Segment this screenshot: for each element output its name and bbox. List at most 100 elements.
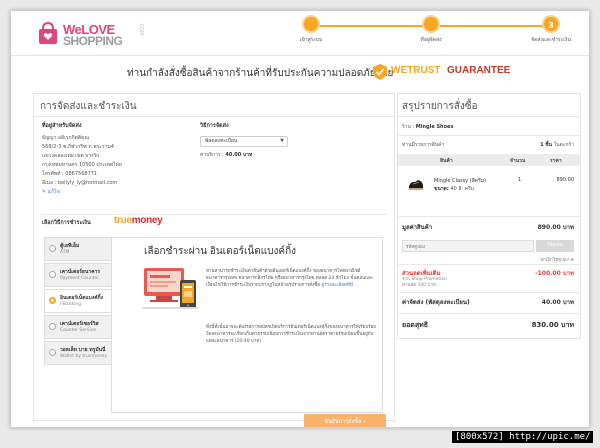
edit-icon: ✎ — [42, 189, 47, 195]
apply-coupon-button[interactable]: ใช้คูปอง — [536, 240, 574, 252]
address-heading: ที่อยู่สำหรับจัดส่ง — [42, 123, 82, 129]
discount-note: จาก Shop Promotion ส่วนลด 100 บาท — [402, 277, 447, 289]
method-name: อินเตอร์เน็ตแบงค์กิ้ง — [60, 295, 104, 301]
trust-banner: ท่านกำลังสั่งซื้อสินค้าจากร้านค้าที่รับป… — [31, 58, 571, 86]
details-link[interactable]: ดูรายละเอียดที่นี่ — [321, 283, 353, 288]
summary-title: สรุปรายการสั่งซื้อ — [402, 101, 478, 112]
truemoney-logo: truemoney — [114, 215, 163, 226]
radio-button-selected[interactable] — [49, 297, 56, 304]
payment-detail-title: เลือกชำระผ่าน อินเตอร์เน็ตแบงค์กิ้ง — [144, 246, 297, 257]
summary-divider — [398, 135, 580, 136]
step-payment: 3 จัดส่งและชำระเงิน — [521, 11, 581, 44]
method-name: เคาน์เตอร์เซอร์วิส — [60, 321, 99, 327]
shipping-method: วิธีการจัดส่ง พัสดุลงทะเบียน ▼ ค่าบริการ… — [200, 122, 350, 159]
payment-option-atm[interactable]: ตู้เอทีเอ็ม ATM — [44, 237, 112, 261]
checkout-window: WeLOVE SHOPPING .COM เข้าสู่ระบบ ที่อยู่… — [10, 10, 590, 428]
method-desc: I-Banking — [60, 302, 82, 307]
shop-label: ร้าน : — [402, 124, 415, 130]
shipping-method-select[interactable]: พัสดุลงทะเบียน ▼ — [200, 136, 288, 147]
summary-divider — [398, 264, 580, 265]
wetrust-brand: WETRUST — [391, 65, 441, 76]
product-qty: 1 — [518, 177, 522, 183]
edit-address-link[interactable]: ✎ แก้ไข — [42, 188, 212, 197]
item-count-value: 1 ชิ้น — [540, 142, 553, 148]
method-desc: Counter Service — [60, 328, 97, 333]
address-email: อีเมล : bellyly_ly@hotmail.com — [42, 180, 118, 186]
shipping-fee: ค่าบริการ : 40.00 บาท — [200, 151, 350, 159]
payment-method-label: เลือกวิธีการชำระเงิน — [42, 220, 91, 226]
payment-option-ibanking[interactable]: อินเตอร์เน็ตแบงค์กิ้ง I-Banking — [44, 289, 112, 313]
method-desc: ATM — [60, 250, 70, 255]
confirm-order-button[interactable]: ยืนยันการสั่งซื้อ › — [304, 414, 386, 427]
summary-table-header: สินค้า จำนวน ราคา — [398, 154, 580, 166]
address-line: แขวงคลองเตย เขต บางรัก — [42, 153, 100, 159]
shipping-heading: วิธีการจัดส่ง — [200, 123, 229, 129]
address-phone: โทรศัพท์ : 0867568771 — [42, 171, 98, 177]
payment-option-counter-service[interactable]: เคาน์เตอร์เซอร์วิส Counter Service — [44, 315, 112, 339]
image-watermark: [800x572] http://upic.me/ — [452, 431, 594, 443]
method-name: ตู้เอทีเอ็ม — [60, 243, 80, 249]
discount-value: -100.00 บาท — [535, 270, 574, 277]
header-divider — [11, 55, 589, 56]
logo-dotcom: .COM — [138, 22, 144, 36]
step-circle — [302, 15, 320, 33]
product-variant: ขนาด: 40 สี: ครีม — [434, 185, 474, 193]
cancel-coupon-link[interactable]: ยกเลิกใช้คูปอง ⊗ — [540, 256, 574, 263]
radio-button[interactable] — [49, 349, 56, 356]
site-logo[interactable]: WeLOVE SHOPPING .COM — [37, 15, 147, 51]
table-row: Mingle Classy (สีครีม) ขนาด: 40 สี: ครีม… — [398, 171, 580, 201]
subtotal-value: 890.00 บาท — [537, 224, 574, 231]
section-divider — [42, 214, 388, 215]
method-desc: Wallet by truemoney — [60, 354, 107, 359]
close-icon: ⊗ — [570, 258, 574, 263]
logo-text-bottom: SHOPPING — [63, 34, 123, 48]
product-thumbnail — [409, 180, 423, 190]
total-label: ยอดสุทธิ — [402, 321, 429, 329]
shipping-fee-label: ค่าจัดส่ง (พัสดุลงทะเบียน) — [402, 299, 470, 306]
discount-note-line: ส่วนลด 100 บาท — [402, 283, 436, 288]
truemoney-logo-true: true — [114, 215, 132, 226]
radio-button[interactable] — [49, 323, 56, 330]
method-desc: Payment Counter — [60, 276, 100, 281]
payment-option-wallet[interactable]: วอลเล็ท บาย ทรูมันนี่ Wallet by truemone… — [44, 341, 112, 365]
summary-divider — [398, 216, 580, 217]
address-line: 568/2-3 ซ.กีฬากรีฑ ถ.พระราม4 — [42, 144, 114, 150]
panel-divider — [34, 116, 394, 117]
edit-label: แก้ไข — [47, 189, 60, 195]
radio-button[interactable] — [49, 245, 56, 252]
product-name: Mingle Classy (สีครีม) — [434, 178, 487, 184]
ibanking-devices-illustration — [142, 268, 198, 309]
shop-name: ร้าน : Mingle Shoes — [402, 123, 453, 131]
panel-title: การจัดส่งและชำระเงิน — [40, 101, 137, 112]
col-qty: จำนวน — [510, 158, 526, 164]
step-circle — [422, 15, 440, 33]
step-label: ที่อยู่จัดส่ง — [420, 37, 442, 43]
shield-check-icon — [373, 64, 387, 80]
item-count-suffix: ในตะกร้า — [553, 142, 574, 148]
cancel-coupon-label: ยกเลิกใช้คูปอง — [540, 258, 569, 263]
step-login: เข้าสู่ระบบ — [281, 11, 341, 44]
total-value: 830.00 บาท — [531, 321, 574, 329]
variant-label: ขนาด: — [434, 186, 449, 192]
step-circle: 3 — [542, 15, 560, 33]
summary-divider — [398, 292, 580, 293]
fee-label: ค่าบริการ : — [200, 152, 224, 158]
subtotal-label: มูลค่าสินค้า — [402, 224, 433, 231]
coupon-input[interactable] — [402, 240, 534, 252]
address-line: กรุงเทพมหานคร 10500 ประเทศไทย — [42, 162, 122, 168]
step-address: ที่อยู่จัดส่ง — [401, 11, 461, 44]
radio-button[interactable] — [49, 271, 56, 278]
summary-divider — [398, 313, 580, 314]
payment-detail-text: ท่านสามารถชำระเงินค่าสินค้าด้วยอินเตอร์เ… — [206, 268, 376, 289]
payment-detail-note: ทั้งนี้ทั้งนั้นอาจจะต้องรอการสมัครเปิดบร… — [206, 325, 376, 344]
step-label: เข้าสู่ระบบ — [299, 37, 323, 43]
col-price: ราคา — [550, 158, 562, 164]
address-name: ธัญญา อดิเรกกิตติคุณ — [42, 135, 90, 141]
product-price: 890.00 — [556, 177, 575, 183]
item-count-label: ท่านมีรายการสินค้า — [402, 142, 445, 148]
shipping-address: ที่อยู่สำหรับจัดส่ง ธัญญา อดิเรกกิตติคุณ… — [42, 122, 212, 197]
shipping-selected-value: พัสดุลงทะเบียน — [205, 138, 238, 144]
order-summary-panel: สรุปรายการสั่งซื้อ ร้าน : Mingle Shoes ท… — [397, 93, 581, 339]
payment-option-counter[interactable]: เคาน์เตอร์ธนาคาร Payment Counter — [44, 263, 112, 287]
method-name: วอลเล็ท บาย ทรูมันนี่ — [60, 347, 106, 353]
